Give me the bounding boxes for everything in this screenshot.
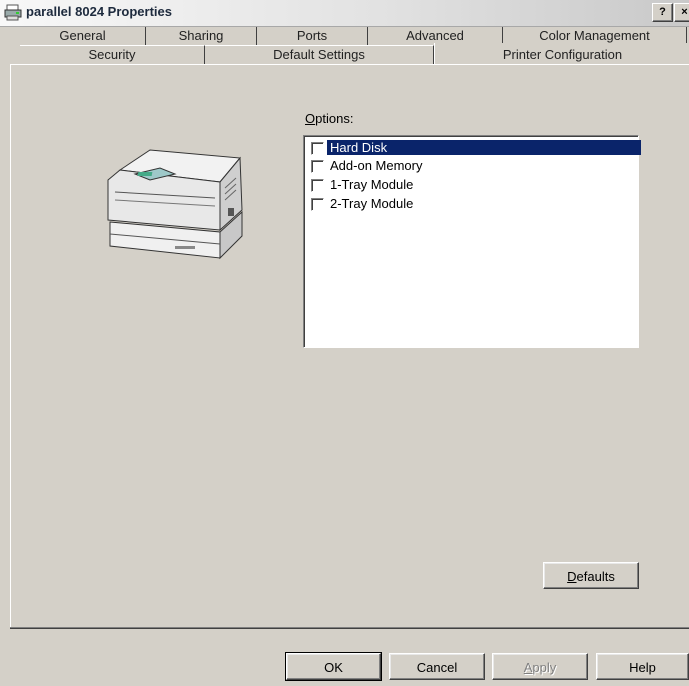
defaults-accel: D — [567, 569, 577, 584]
checkbox-1-tray-module[interactable] — [311, 179, 324, 192]
defaults-button[interactable]: Defaults — [543, 562, 639, 589]
checkbox-hard-disk[interactable] — [311, 142, 324, 155]
window-title: parallel 8024 Properties — [26, 4, 172, 19]
list-item[interactable]: Hard Disk — [308, 139, 641, 157]
printer-app-icon — [4, 4, 22, 21]
tab-security[interactable]: Security — [20, 45, 205, 64]
checkbox-add-on-memory[interactable] — [311, 160, 324, 173]
defaults-label: efaults — [576, 569, 615, 584]
apply-label: pply — [532, 660, 557, 675]
help-button[interactable]: Help — [596, 653, 689, 680]
ok-button[interactable]: OK — [285, 652, 382, 681]
list-item[interactable]: Add-on Memory — [308, 157, 638, 175]
panel-bottom-edge — [10, 628, 689, 629]
panel-left-edge — [10, 64, 11, 628]
close-button[interactable]: × — [674, 3, 689, 22]
tab-default-settings[interactable]: Default Settings — [205, 45, 434, 64]
title-bar[interactable]: parallel 8024 Properties ? × — [0, 0, 689, 27]
options-label-rest: ptions: — [315, 111, 354, 126]
help-title-button[interactable]: ? — [652, 3, 673, 22]
options-accel: O — [305, 111, 316, 126]
option-label: Hard Disk — [327, 140, 641, 155]
tab-ports[interactable]: Ports — [257, 27, 368, 45]
options-label: Options: — [305, 111, 353, 126]
list-item[interactable]: 1-Tray Module — [308, 176, 638, 194]
option-label: 2-Tray Module — [330, 196, 414, 211]
checkbox-2-tray-module[interactable] — [311, 198, 324, 211]
list-item[interactable]: 2-Tray Module — [308, 195, 638, 213]
tab-sharing[interactable]: Sharing — [146, 27, 257, 45]
apply-button[interactable]: Apply — [492, 653, 588, 680]
option-label: 1-Tray Module — [330, 177, 414, 192]
cancel-button[interactable]: Cancel — [389, 653, 485, 680]
tab-printer-configuration[interactable]: Printer Configuration — [434, 43, 689, 65]
option-label: Add-on Memory — [330, 158, 423, 173]
tab-general[interactable]: General — [20, 27, 146, 45]
printer-illustration — [107, 149, 243, 260]
options-listbox[interactable]: Hard Disk Add-on Memory 1-Tray Module 2-… — [303, 135, 641, 348]
panel-top-edge — [10, 64, 689, 65]
